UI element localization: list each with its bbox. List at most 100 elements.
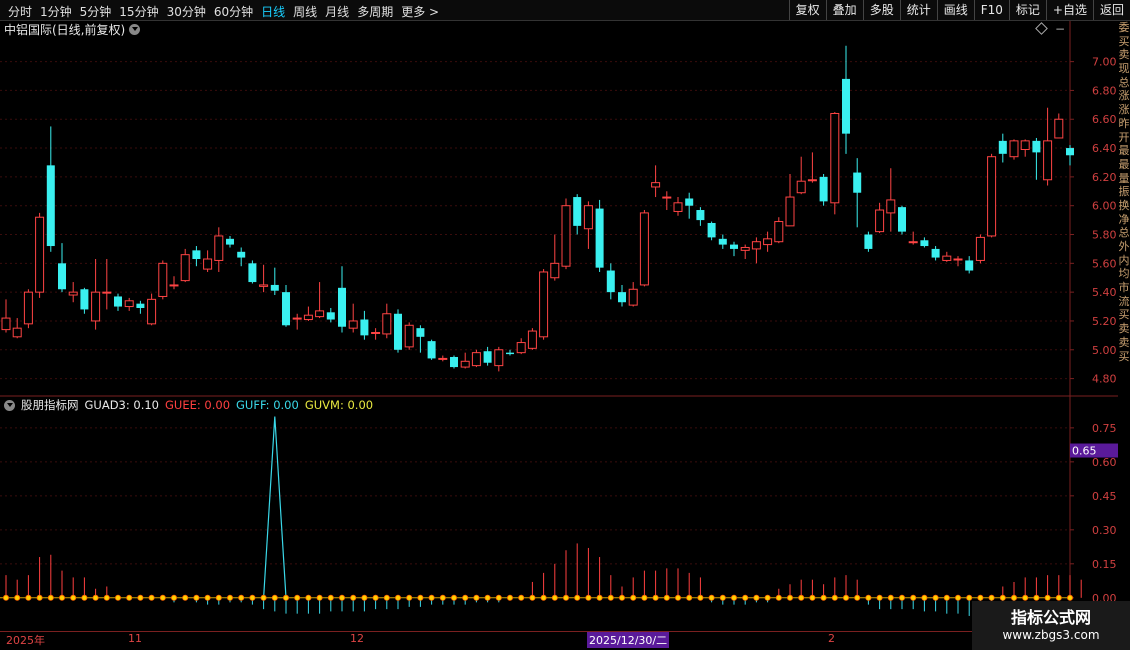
guvm-dot: [282, 594, 289, 601]
guvm-dot: [170, 594, 177, 601]
guvm-dot: [596, 594, 603, 601]
guvm-dot: [383, 594, 390, 601]
guvm-dot: [731, 594, 738, 601]
candle-body: [685, 198, 694, 206]
current-date-label: 2025/12/30/二: [587, 632, 670, 648]
candle-body: [1054, 118, 1064, 139]
ind-tick-label: 0.15: [1092, 558, 1117, 571]
guvm-dot: [518, 594, 525, 601]
candle-body: [124, 300, 134, 308]
indicator-menu-icon[interactable]: [4, 399, 15, 411]
guvm-dot: [115, 594, 122, 601]
candle-body: [662, 196, 672, 199]
candle-body: [830, 112, 840, 204]
candle-body: [673, 202, 683, 212]
candle-body: [696, 210, 705, 221]
guvm-dot: [137, 594, 144, 601]
candle-body: [68, 291, 78, 296]
candle-body: [259, 284, 269, 287]
guvm-dot: [641, 594, 648, 601]
guvm-dot: [943, 594, 950, 601]
guad3-line: [263, 416, 287, 598]
quote-label-3: 现: [1118, 62, 1130, 76]
guvm-dot: [271, 594, 278, 601]
price-tick-label: 6.00: [1092, 200, 1117, 213]
candle-body: [360, 319, 369, 336]
price-tick-label: 6.40: [1092, 142, 1117, 155]
kline-chart[interactable]: 7.00 6.80 6.60 6.40 6.20 6.00 5.80 5.60 5.40 5.20…: [0, 0, 1118, 631]
quote-label-19: 市: [1118, 281, 1130, 295]
guvm-dot: [652, 594, 659, 601]
quote-label-14: 净: [1118, 212, 1130, 226]
ind-tick-label: 0.75: [1092, 422, 1117, 435]
guvm-dot: [1033, 594, 1040, 601]
quote-label-16: 外: [1118, 240, 1130, 253]
guvm-dot: [81, 594, 88, 601]
candle-body: [763, 238, 773, 246]
guvm-dot: [305, 594, 312, 601]
candle-body: [35, 216, 45, 293]
quote-label-23: 卖: [1118, 335, 1130, 349]
guvm-dot: [585, 594, 592, 601]
guvm-dot: [1055, 594, 1062, 601]
guvm-dot: [47, 594, 54, 601]
date-axis: 2025年 11 12 2025/12/30/二 2: [0, 631, 1130, 648]
candle-body: [965, 260, 974, 271]
guvm-dot: [876, 594, 883, 601]
quote-label-13: 换: [1118, 198, 1130, 212]
candle-body: [348, 320, 358, 329]
guvm-dot: [899, 594, 906, 601]
candle-body: [819, 176, 828, 202]
quote-label-12: 振: [1118, 185, 1130, 199]
guvm-dot: [36, 594, 43, 601]
indicator-param-3: GUVM: 0.00: [304, 398, 374, 412]
candle-body: [1009, 140, 1019, 158]
candle-body: [270, 284, 279, 291]
indicator-param-2: GUFF: 0.00: [236, 398, 299, 412]
guvm-dot: [820, 594, 827, 601]
ind-tick-label: 0.30: [1092, 524, 1117, 537]
candle-body: [282, 292, 290, 326]
candle-body: [618, 292, 626, 303]
candle-body: [751, 241, 761, 250]
quote-label-10: 最: [1118, 157, 1130, 171]
candle-body: [12, 327, 22, 338]
price-tick-label: 5.00: [1092, 344, 1117, 357]
candle-body: [416, 328, 425, 337]
candle-body: [483, 351, 492, 363]
candle-body: [651, 182, 661, 188]
guvm-dot: [574, 594, 581, 601]
guvm-dot: [1022, 594, 1029, 601]
price-tick-label: 6.20: [1092, 171, 1117, 184]
guvm-dot: [775, 594, 782, 601]
guvm-dot: [249, 594, 256, 601]
candle-body: [908, 241, 918, 244]
candle-body: [527, 330, 537, 349]
guvm-dot: [294, 594, 301, 601]
guvm-dot: [226, 594, 233, 601]
quote-label-1: 买: [1118, 34, 1130, 48]
price-tick-label: 5.40: [1092, 286, 1117, 299]
candle-body: [460, 360, 470, 368]
indicator-params: GUAD3: 0.10 GUEE: 0.00 GUFF: 0.00 GUVM: 0.0…: [85, 398, 374, 412]
guvm-dot: [619, 594, 626, 601]
candle-body: [807, 179, 817, 182]
indicator-param-0: GUAD3: 0.10: [84, 398, 160, 412]
date-label-feb: 2: [828, 632, 835, 645]
candle-body: [583, 205, 593, 230]
candle-body: [785, 196, 795, 227]
guvm-dot: [14, 594, 21, 601]
candle-body: [23, 291, 33, 325]
candle-body: [427, 341, 436, 359]
guvm-dot: [686, 594, 693, 601]
price-tick-label: 5.80: [1092, 229, 1117, 242]
watermark: 指标公式网 www.zbgs3.com: [972, 601, 1130, 650]
candle-body: [1020, 140, 1030, 151]
guvm-dot: [126, 594, 133, 601]
guvm-dot: [977, 594, 984, 601]
price-tick-label: 7.00: [1092, 56, 1117, 69]
guvm-dot: [1011, 594, 1018, 601]
price-tick-label: 5.20: [1092, 315, 1117, 328]
candle-body: [248, 263, 257, 283]
guvm-dot: [215, 594, 222, 601]
